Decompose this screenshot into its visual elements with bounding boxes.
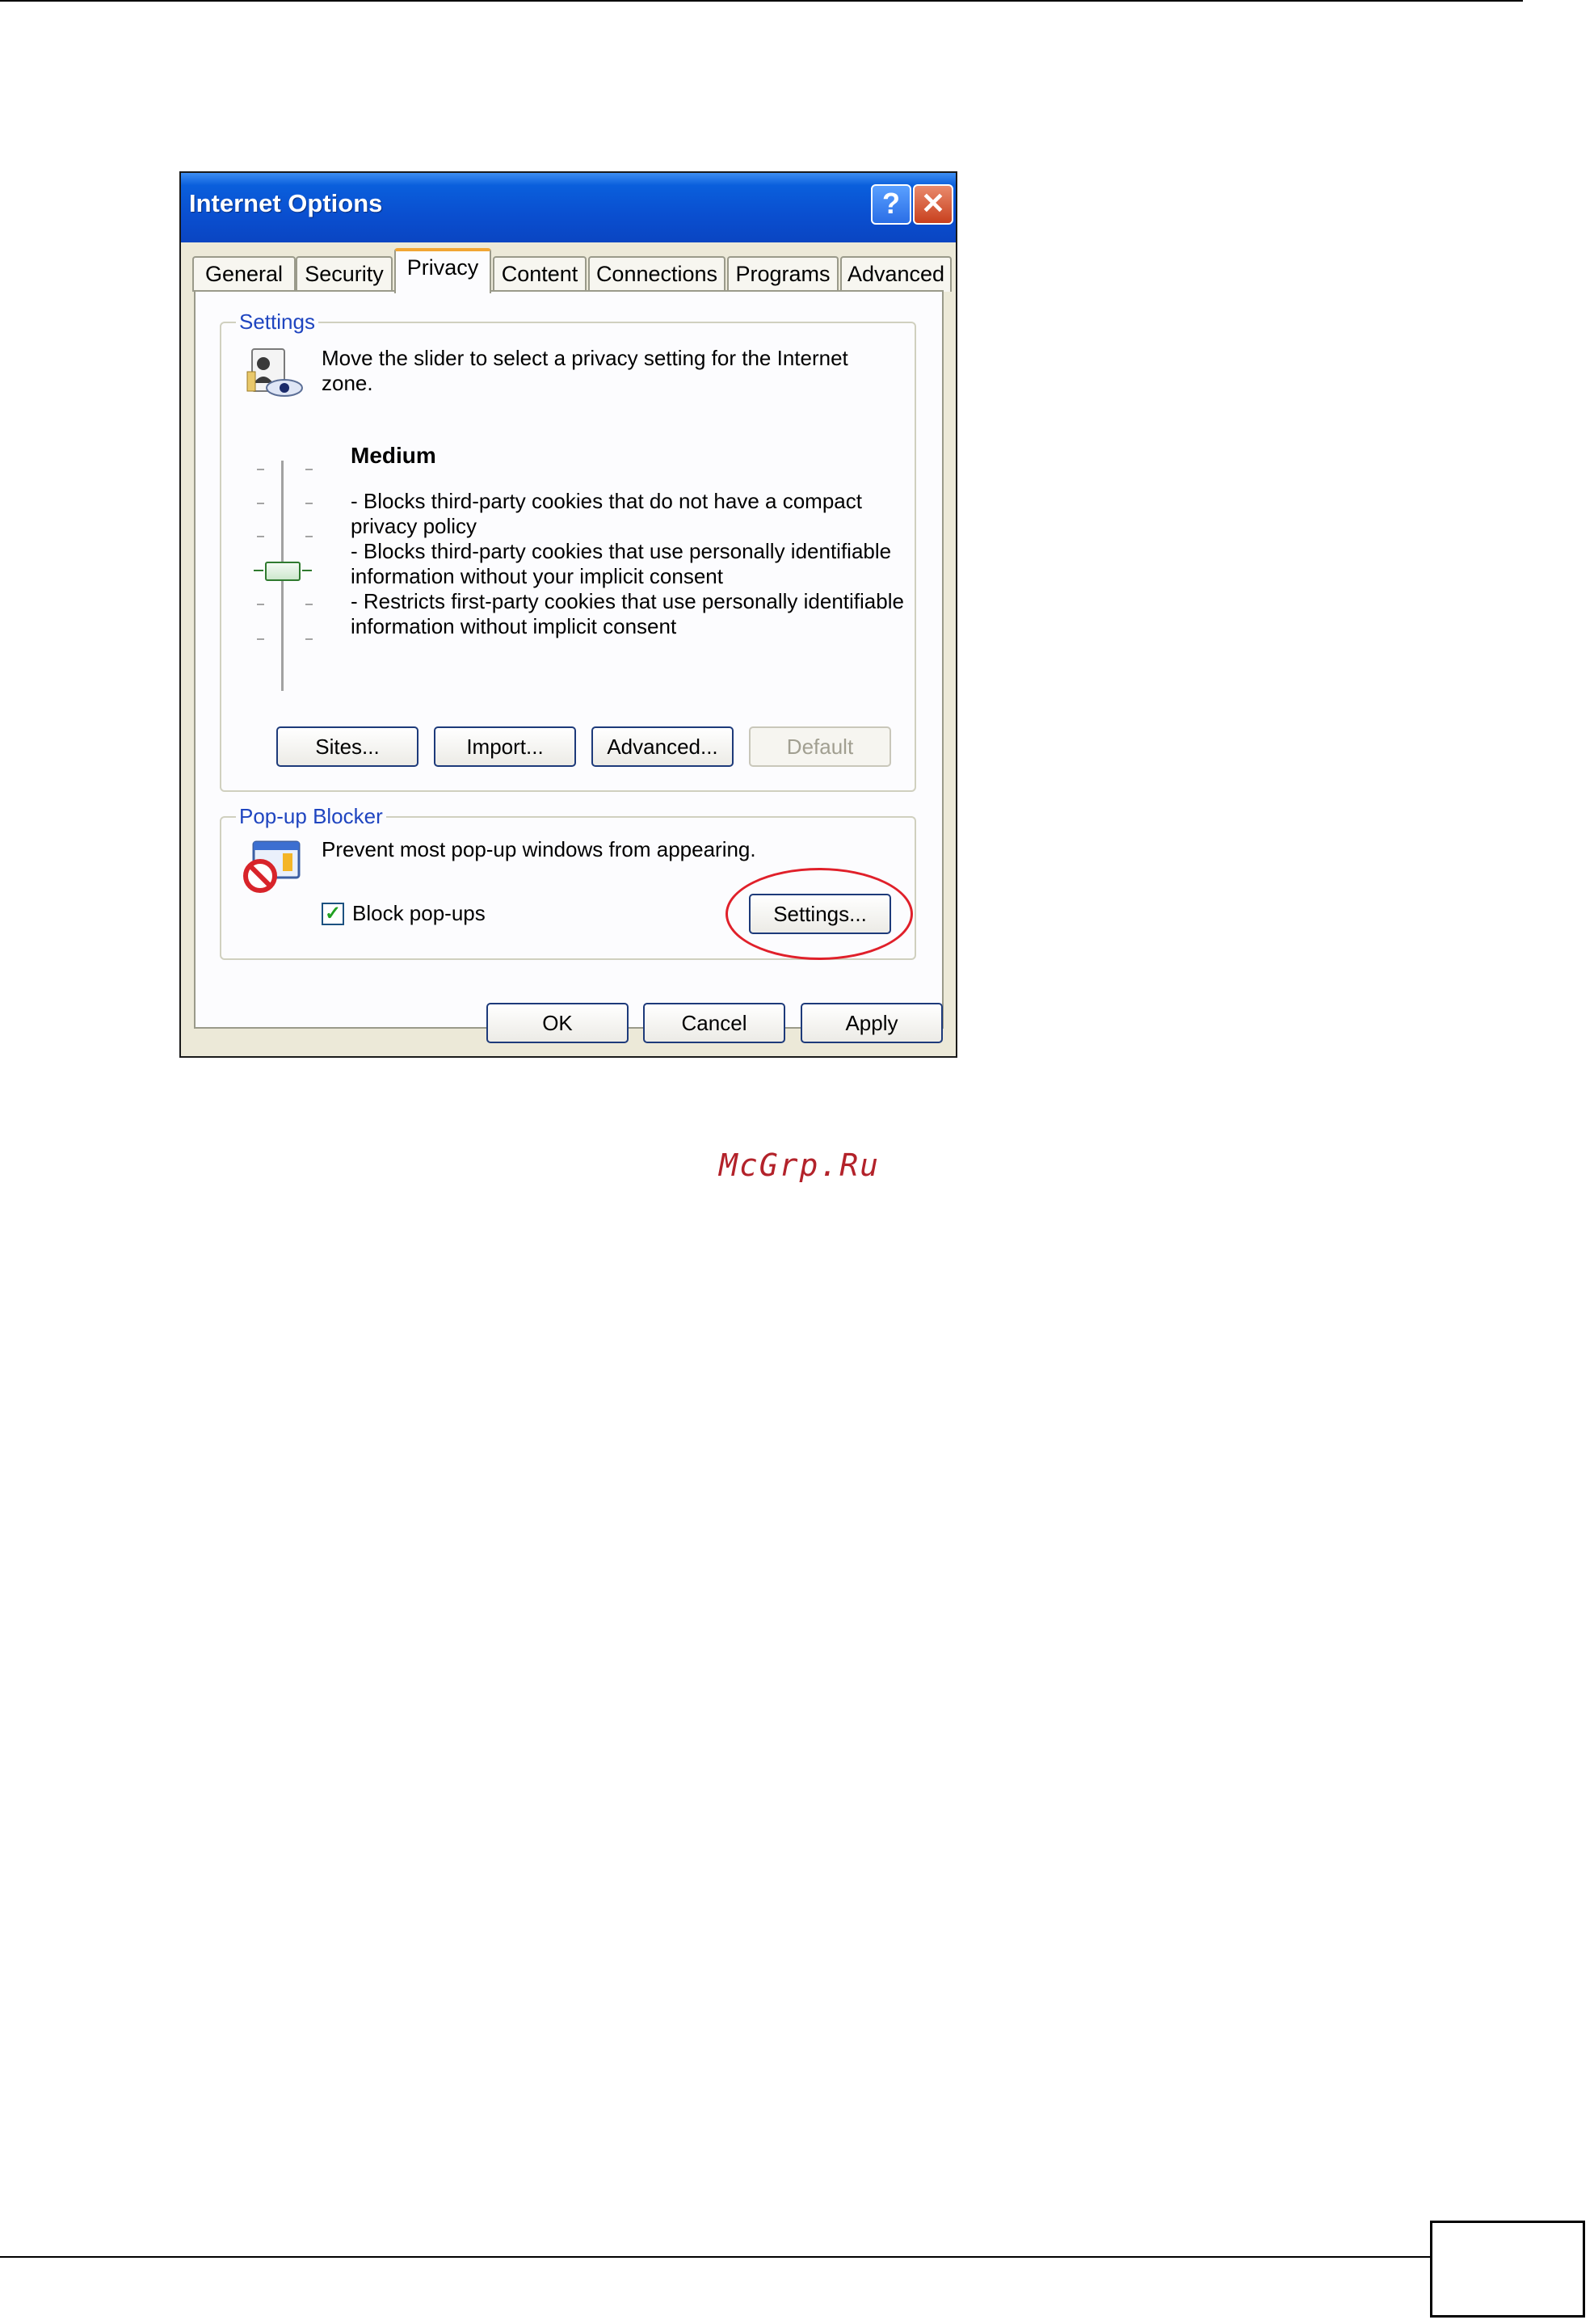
help-icon[interactable]: ? — [871, 184, 911, 225]
privacy-level-title: Medium — [351, 443, 436, 468]
slider-tick — [305, 503, 313, 504]
tab-advanced[interactable]: Advanced — [840, 256, 952, 292]
tab-security[interactable]: Security — [296, 256, 393, 292]
popup-blocker-description: Prevent most pop-up windows from appeari… — [322, 837, 756, 861]
slider-tick — [305, 638, 313, 640]
titlebar[interactable]: Internet Options ? ✕ — [181, 173, 956, 242]
tab-general[interactable]: General — [192, 256, 296, 292]
ok-button[interactable]: OK — [486, 1003, 629, 1043]
window-title: Internet Options — [189, 189, 383, 217]
sites-button[interactable]: Sites... — [276, 726, 418, 767]
privacy-level-detail-2: - Blocks third-party cookies that use pe… — [351, 539, 892, 588]
settings-group-label: Settings — [236, 309, 318, 335]
bottom-rule — [0, 2256, 1430, 2258]
slider-thumb-left — [254, 570, 263, 571]
slider-thumb-right — [302, 570, 312, 571]
advanced-button[interactable]: Advanced... — [591, 726, 734, 767]
slider-tick — [305, 604, 313, 605]
close-icon[interactable]: ✕ — [913, 184, 953, 225]
privacy-level-detail-1: - Blocks third-party cookies that do not… — [351, 489, 862, 538]
default-button: Default — [749, 726, 891, 767]
slider-tick — [257, 536, 264, 537]
popup-blocker-group-label: Pop-up Blocker — [236, 803, 386, 829]
block-popups-label[interactable]: Block pop-ups — [352, 901, 486, 926]
watermark: McGrp.Ru — [719, 1147, 881, 1183]
block-popups-checkbox[interactable]: ✓ — [322, 903, 344, 925]
privacy-level-detail-3: - Restricts first-party cookies that use… — [351, 589, 904, 638]
slider-tick — [257, 469, 264, 470]
cancel-button[interactable]: Cancel — [643, 1003, 785, 1043]
slider-tick — [257, 638, 264, 640]
privacy-icon — [246, 348, 303, 397]
slider-tick — [305, 536, 313, 537]
tab-programs[interactable]: Programs — [727, 256, 839, 292]
annotation-circle — [726, 868, 913, 960]
popup-blocker-icon — [243, 840, 301, 893]
import-button[interactable]: Import... — [434, 726, 576, 767]
top-rule — [0, 0, 1523, 2]
settings-description: Move the slider to select a privacy sett… — [322, 346, 848, 395]
tab-connections[interactable]: Connections — [588, 256, 726, 292]
slider-tick — [257, 604, 264, 605]
apply-button[interactable]: Apply — [801, 1003, 943, 1043]
tab-privacy[interactable]: Privacy — [394, 248, 491, 293]
tab-strip: General Security Privacy Content Connect… — [192, 248, 952, 293]
slider-tick — [257, 503, 264, 504]
page-number-box — [1430, 2221, 1585, 2318]
tab-content[interactable]: Content — [493, 256, 587, 292]
slider-tick — [305, 469, 313, 470]
slider-thumb[interactable] — [265, 562, 301, 581]
